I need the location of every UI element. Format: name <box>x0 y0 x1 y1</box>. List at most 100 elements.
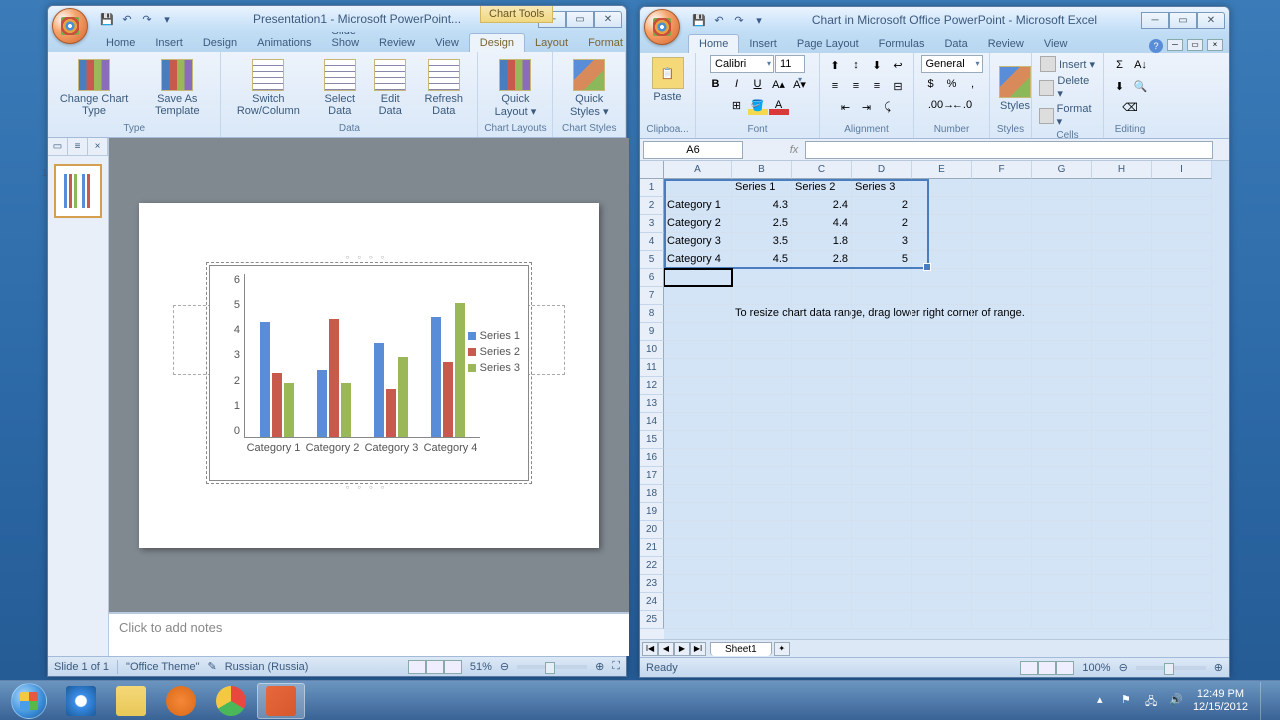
cell[interactable] <box>852 557 912 575</box>
cell[interactable] <box>1092 575 1152 593</box>
taskbar-chrome[interactable] <box>207 683 255 719</box>
spellcheck-icon[interactable]: ✎ <box>207 660 216 673</box>
cell[interactable]: 2.4 <box>792 197 852 215</box>
tab-review[interactable]: Review <box>978 35 1034 53</box>
cell[interactable] <box>972 233 1032 251</box>
underline-button[interactable]: U <box>748 74 768 94</box>
minimize-button[interactable]: ─ <box>1141 12 1169 29</box>
cell[interactable] <box>972 251 1032 269</box>
tab-animations[interactable]: Animations <box>247 34 321 52</box>
cell[interactable] <box>1032 575 1092 593</box>
cell[interactable]: Series 3 <box>852 179 912 197</box>
cell[interactable] <box>664 359 732 377</box>
cell[interactable] <box>1032 431 1092 449</box>
cell[interactable] <box>1032 179 1092 197</box>
zoom-in-button[interactable]: ⊕ <box>1214 661 1223 674</box>
spreadsheet-grid[interactable]: 1234567891011121314151617181920212223242… <box>640 161 1229 639</box>
zoom-out-button[interactable]: ⊖ <box>500 660 509 673</box>
cell[interactable]: Category 1 <box>664 197 732 215</box>
qat-undo-icon[interactable]: ↶ <box>118 10 136 28</box>
cell[interactable] <box>912 593 972 611</box>
cell[interactable] <box>972 179 1032 197</box>
cell[interactable] <box>852 323 912 341</box>
cell[interactable] <box>1152 215 1212 233</box>
col-header[interactable]: G <box>1032 161 1092 179</box>
cell[interactable]: 3.5 <box>732 233 792 251</box>
action-flag-icon[interactable]: ⚑ <box>1121 693 1137 709</box>
zoom-percent[interactable]: 51% <box>470 661 492 673</box>
cell[interactable] <box>792 377 852 395</box>
cell[interactable] <box>664 611 732 629</box>
cell[interactable]: To resize chart data range, drag lower r… <box>732 305 792 323</box>
cell[interactable] <box>912 449 972 467</box>
row-header[interactable]: 18 <box>640 485 664 503</box>
cell[interactable] <box>1032 395 1092 413</box>
cell[interactable] <box>1092 503 1152 521</box>
row-header[interactable]: 9 <box>640 323 664 341</box>
cell[interactable] <box>1152 341 1212 359</box>
cell[interactable] <box>664 449 732 467</box>
cell[interactable] <box>792 593 852 611</box>
row-header[interactable]: 24 <box>640 593 664 611</box>
cell[interactable] <box>912 431 972 449</box>
cell[interactable] <box>1032 521 1092 539</box>
row-header[interactable]: 14 <box>640 413 664 431</box>
cell[interactable] <box>664 557 732 575</box>
language-label[interactable]: Russian (Russia) <box>225 661 309 673</box>
row-header[interactable]: 6 <box>640 269 664 287</box>
cell[interactable] <box>732 287 792 305</box>
maximize-button[interactable]: ▭ <box>566 11 594 28</box>
cell[interactable] <box>792 503 852 521</box>
cell[interactable] <box>852 485 912 503</box>
qat-redo-icon[interactable]: ↷ <box>730 11 748 29</box>
cell[interactable] <box>912 341 972 359</box>
cell[interactable] <box>852 359 912 377</box>
cell[interactable] <box>732 395 792 413</box>
row-header[interactable]: 10 <box>640 341 664 359</box>
cell[interactable] <box>792 395 852 413</box>
tab-chart-layout[interactable]: Layout <box>525 34 578 52</box>
decrease-decimal-button[interactable]: ←.0 <box>952 95 972 115</box>
cell[interactable] <box>972 575 1032 593</box>
bold-button[interactable]: B <box>706 74 726 94</box>
cell[interactable] <box>1092 269 1152 287</box>
cell[interactable] <box>852 521 912 539</box>
cell[interactable] <box>1092 179 1152 197</box>
cell[interactable] <box>972 197 1032 215</box>
cell[interactable] <box>664 341 732 359</box>
close-button[interactable]: ✕ <box>594 11 622 28</box>
cell[interactable] <box>792 305 852 323</box>
cell[interactable] <box>1152 287 1212 305</box>
normal-view-button[interactable] <box>1020 661 1038 675</box>
slide-thumbnail-1[interactable]: 1 <box>54 164 102 218</box>
cell[interactable] <box>732 521 792 539</box>
fill-button[interactable]: ⬇ <box>1110 76 1130 96</box>
cell[interactable]: Category 3 <box>664 233 732 251</box>
cell[interactable] <box>1032 413 1092 431</box>
cell[interactable] <box>664 467 732 485</box>
cell[interactable] <box>732 449 792 467</box>
cell[interactable] <box>1092 521 1152 539</box>
cell[interactable] <box>1152 539 1212 557</box>
edit-data-button[interactable]: Edit Data <box>368 57 412 119</box>
cell[interactable] <box>1152 179 1212 197</box>
save-template-button[interactable]: Save As Template <box>138 57 216 119</box>
cell[interactable] <box>792 359 852 377</box>
cell[interactable] <box>1092 197 1152 215</box>
cell[interactable] <box>972 485 1032 503</box>
cell[interactable] <box>792 611 852 629</box>
cell[interactable] <box>912 503 972 521</box>
cell[interactable] <box>1152 557 1212 575</box>
cell[interactable] <box>792 323 852 341</box>
doc-close-button[interactable]: × <box>1207 39 1223 51</box>
find-button[interactable]: 🔍 <box>1131 76 1151 96</box>
cell[interactable] <box>1092 431 1152 449</box>
tab-home[interactable]: Home <box>96 34 145 52</box>
cell[interactable] <box>792 287 852 305</box>
row-header[interactable]: 25 <box>640 611 664 629</box>
tab-design[interactable]: Design <box>193 34 247 52</box>
cell[interactable] <box>1152 359 1212 377</box>
cell[interactable] <box>664 521 732 539</box>
tab-view[interactable]: View <box>425 34 469 52</box>
cell[interactable] <box>852 287 912 305</box>
